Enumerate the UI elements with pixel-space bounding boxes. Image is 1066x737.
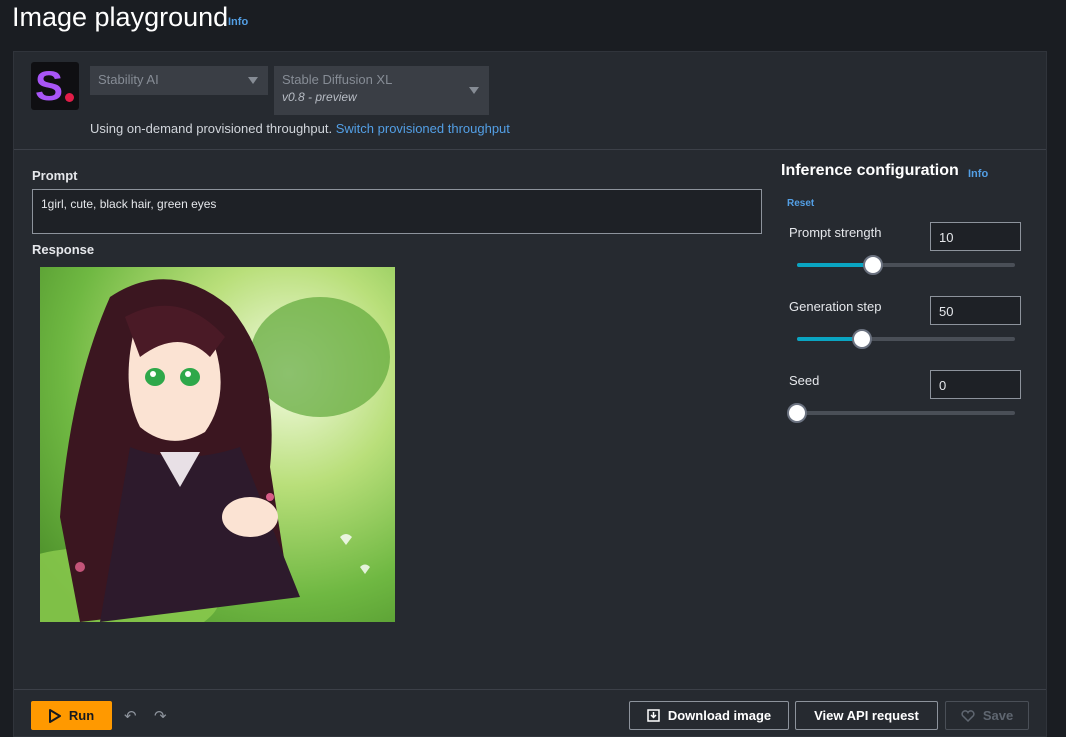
save-label: Save: [982, 708, 1014, 723]
model-select[interactable]: Stable Diffusion XL v0.8 - preview: [274, 66, 489, 115]
heart-icon: [961, 709, 975, 722]
inference-info-link[interactable]: Info: [968, 168, 988, 180]
save-button[interactable]: Save: [945, 701, 1029, 730]
generation-step-slider[interactable]: [797, 329, 1015, 349]
seed-input[interactable]: 0: [930, 370, 1021, 399]
footer-toolbar: Run ↶ ↷ Download image View API request …: [14, 689, 1046, 737]
provider-select[interactable]: Stability AI: [90, 66, 268, 95]
run-label: Run: [68, 708, 95, 723]
view-api-request-button[interactable]: View API request: [795, 701, 938, 730]
model-selector-bar: S Stability AI Stable Diffusion XL v0.8 …: [14, 52, 1046, 150]
chevron-down-icon: [248, 77, 258, 84]
reset-link[interactable]: Reset: [787, 198, 814, 209]
page-title: Image playground: [12, 2, 229, 32]
switch-throughput-link[interactable]: Switch provisioned throughput: [336, 121, 510, 136]
throughput-text: Using on-demand provisioned throughput.: [90, 121, 333, 136]
throughput-notice: Using on-demand provisioned throughput. …: [90, 121, 510, 136]
prompt-input[interactable]: 1girl, cute, black hair, green eyes: [32, 189, 762, 234]
prompt-strength-slider[interactable]: [797, 255, 1015, 275]
redo-icon[interactable]: ↷: [154, 707, 167, 725]
prompt-label: Prompt: [32, 168, 78, 183]
generation-step-input[interactable]: 50: [930, 296, 1021, 325]
generated-image: [40, 267, 395, 622]
undo-icon[interactable]: ↶: [124, 707, 137, 725]
stability-logo: S: [31, 62, 79, 110]
provider-select-value: Stability AI: [98, 72, 159, 87]
download-label: Download image: [667, 708, 772, 723]
api-label: View API request: [814, 708, 919, 723]
slider-thumb[interactable]: [852, 329, 873, 349]
download-image-button[interactable]: Download image: [629, 701, 789, 730]
response-label: Response: [32, 242, 95, 257]
prompt-strength-input[interactable]: 10: [930, 222, 1021, 251]
seed-slider[interactable]: [787, 403, 1015, 423]
inference-config-title: Inference configuration: [781, 162, 959, 179]
play-icon: [48, 708, 61, 723]
run-button[interactable]: Run: [31, 701, 112, 730]
model-select-value: Stable Diffusion XL: [282, 72, 393, 87]
page-info-link[interactable]: Info: [228, 16, 248, 28]
prompt-strength-label: Prompt strength: [789, 225, 882, 240]
chevron-down-icon: [469, 87, 479, 94]
model-version: v0.8 - preview: [282, 90, 357, 104]
slider-thumb[interactable]: [863, 255, 884, 275]
playground-panel: S Stability AI Stable Diffusion XL v0.8 …: [13, 51, 1047, 737]
generation-step-label: Generation step: [789, 299, 882, 314]
download-icon: [647, 709, 660, 722]
seed-label: Seed: [789, 373, 820, 388]
slider-thumb[interactable]: [787, 403, 807, 423]
